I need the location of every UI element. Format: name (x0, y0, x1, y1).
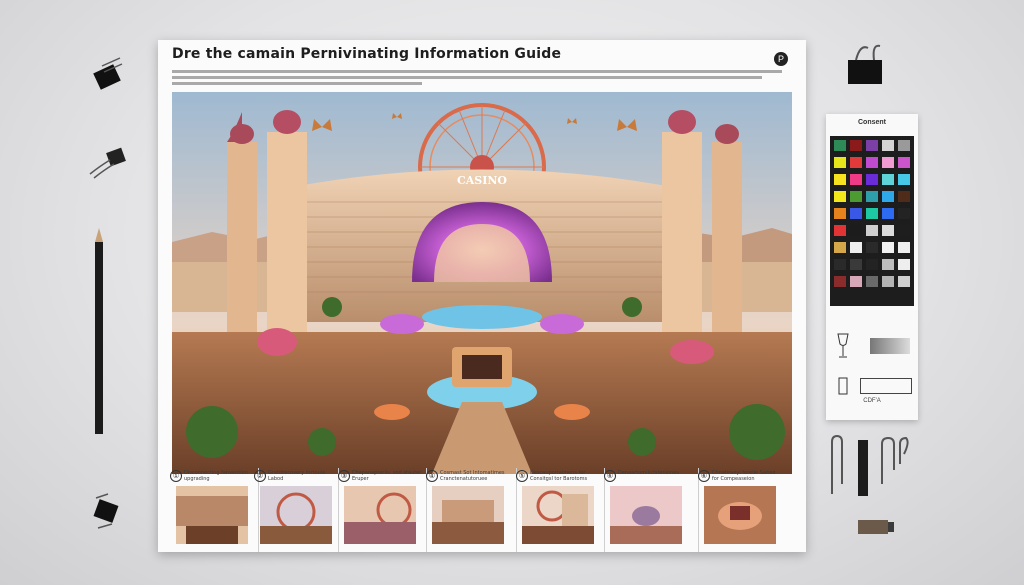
color-swatch (898, 174, 910, 185)
color-swatch (850, 276, 862, 287)
color-swatch (882, 191, 894, 202)
binder-clip-icon (848, 44, 882, 84)
step-thumbnail (260, 486, 332, 544)
color-swatch (898, 276, 910, 287)
color-swatch (866, 140, 878, 151)
intro-text-line (172, 76, 762, 79)
step-caption: Disconnecting fanvention upgrading (184, 470, 248, 482)
step-number: ① (170, 470, 182, 482)
step-thumbnail (344, 486, 416, 544)
color-swatch (866, 157, 878, 168)
color-swatch (834, 242, 846, 253)
step-caption: Descauportalmens fer Consitgsl tor Barot… (530, 470, 588, 482)
intro-text-line (172, 82, 422, 85)
step-caption: Cosmast Sot Intomatimes Cranctenatutorue… (440, 470, 505, 482)
step-number: ③ (338, 470, 350, 482)
swatch-card-title: Consent (858, 119, 886, 126)
step-caption: Deneartomilicfsteniones (618, 470, 679, 476)
step-card: ④ Cosmast Sot Intomatimes Cranctenatutor… (426, 470, 512, 550)
color-swatch (834, 208, 846, 219)
color-swatch (834, 174, 846, 185)
step-caption: Chapanapterlis. sod stauter Eruper (352, 470, 422, 482)
eraser-icon (858, 440, 868, 496)
vial-icon (838, 377, 848, 395)
step-number: ② (254, 470, 266, 482)
step-number: ⑥ (698, 470, 710, 482)
step-thumbnail (432, 486, 504, 544)
paper-clip-icon (881, 436, 909, 484)
color-swatch (898, 259, 910, 270)
color-swatch (850, 174, 862, 185)
step-card: ⑥ Deneartomilicfsteniones (604, 470, 690, 550)
color-swatch (882, 157, 894, 168)
color-swatch (882, 140, 894, 151)
color-swatch (882, 174, 894, 185)
color-swatch (882, 276, 894, 287)
color-swatch (898, 191, 910, 202)
color-swatch (882, 259, 894, 270)
pencil-icon (95, 228, 103, 434)
brand-logo-icon: P (774, 52, 788, 66)
color-swatch (866, 242, 878, 253)
step-caption: Chnatiraeyl fereile Saitee for Compeasei… (712, 470, 776, 482)
sharpener-icon (858, 520, 894, 534)
wine-glass-icon (837, 333, 849, 358)
binder-clip-icon (93, 493, 119, 529)
color-swatch (850, 140, 862, 151)
color-swatch (866, 191, 878, 202)
color-swatch (834, 276, 846, 287)
step-caption: Gratitrecovery fortouie Labod (268, 470, 326, 482)
color-swatch-card: Consent CDF'A (826, 114, 918, 420)
step-number: ④ (426, 470, 438, 482)
color-swatch (850, 208, 862, 219)
step-card: ⑤ Descauportalmens fer Consitgsl tor Bar… (516, 470, 602, 550)
color-swatch (898, 157, 910, 168)
color-swatch (866, 225, 878, 236)
color-swatch (866, 276, 878, 287)
color-swatch (898, 225, 910, 236)
color-swatch (898, 140, 910, 151)
color-swatch (850, 191, 862, 202)
svg-text:CASINO: CASINO (457, 174, 507, 187)
paper-clip-icon (831, 434, 843, 494)
step-card: ⑥ Chnatiraeyl fereile Saitee for Compeas… (698, 470, 784, 550)
color-swatch (850, 259, 862, 270)
casino-hero-image: CASINO (172, 92, 792, 474)
swatch-card-footer: CDF'A (863, 398, 881, 404)
guide-poster: Dre the camain Pernivinating Information… (158, 40, 806, 552)
color-swatch (834, 191, 846, 202)
color-swatch (834, 225, 846, 236)
step-thumbnail (610, 486, 682, 544)
color-swatch (866, 174, 878, 185)
color-swatch (882, 225, 894, 236)
color-swatch (882, 208, 894, 219)
color-swatch (898, 242, 910, 253)
poster-title: Dre the camain Pernivinating Information… (172, 46, 562, 62)
color-swatch (834, 140, 846, 151)
step-card: ③ Chapanapterlis. sod stauter Eruper (338, 470, 424, 550)
step-card: ② Gratitrecovery fortouie Labod (254, 470, 340, 550)
color-swatch (850, 225, 862, 236)
step-number: ⑤ (516, 470, 528, 482)
intro-text-line (172, 70, 782, 73)
color-swatch (850, 242, 862, 253)
step-thumbnail (704, 486, 776, 544)
step-thumbnail (176, 486, 248, 544)
color-swatch (882, 242, 894, 253)
label-box (860, 378, 912, 394)
color-swatch (866, 208, 878, 219)
color-swatch (850, 157, 862, 168)
binder-clip-icon (89, 147, 126, 179)
step-number: ⑥ (604, 470, 616, 482)
step-thumbnail (522, 486, 594, 544)
step-card: ① Disconnecting fanvention upgrading (170, 470, 256, 550)
color-swatch (834, 157, 846, 168)
color-swatch (866, 259, 878, 270)
binder-clip-icon (93, 57, 123, 90)
gradient-bar (870, 338, 910, 354)
color-swatch (898, 208, 910, 219)
color-swatch (834, 259, 846, 270)
color-palette (830, 136, 914, 306)
